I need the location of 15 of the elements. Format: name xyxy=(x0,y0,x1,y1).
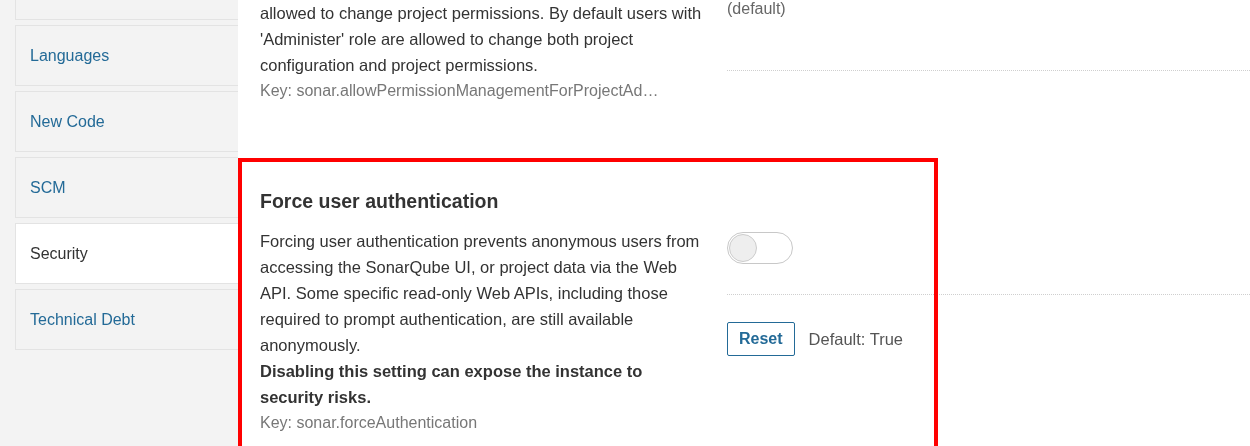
default-note: (default) xyxy=(727,0,786,18)
setting-key: Key: sonar.allowPermissionManagementForProjectAd… xyxy=(260,82,707,100)
setting-description: Forcing user authentication prevents anonymous users from accessing the SonarQube UI, or project data via the Web API. Some specific read-only Web APIs, including those required to prompt authentication, are still available anonymously. xyxy=(260,231,701,356)
sidebar-item[interactable]: SCM xyxy=(15,157,238,218)
sidebar-item[interactable]: Technical Debt xyxy=(15,289,238,350)
setting-warning: Disabling this setting can expose the instance to security risks. xyxy=(260,361,644,408)
setting-key: Key: sonar.forceAuthentication xyxy=(260,414,707,432)
setting-description: allowed to change project permissions. By default users with 'Administer' role are allowed to change both project configuration and project permissions. xyxy=(260,3,703,76)
sidebar-item[interactable]: Languages xyxy=(15,25,238,86)
sidebar-item[interactable]: Security xyxy=(15,223,238,284)
setting-title: Force user authentication xyxy=(260,190,500,213)
toggle-switch[interactable] xyxy=(727,232,793,264)
reset-button[interactable]: Reset xyxy=(727,322,795,356)
sidebar-item[interactable]: New Code xyxy=(15,91,238,152)
default-value: Default: True xyxy=(808,329,904,349)
